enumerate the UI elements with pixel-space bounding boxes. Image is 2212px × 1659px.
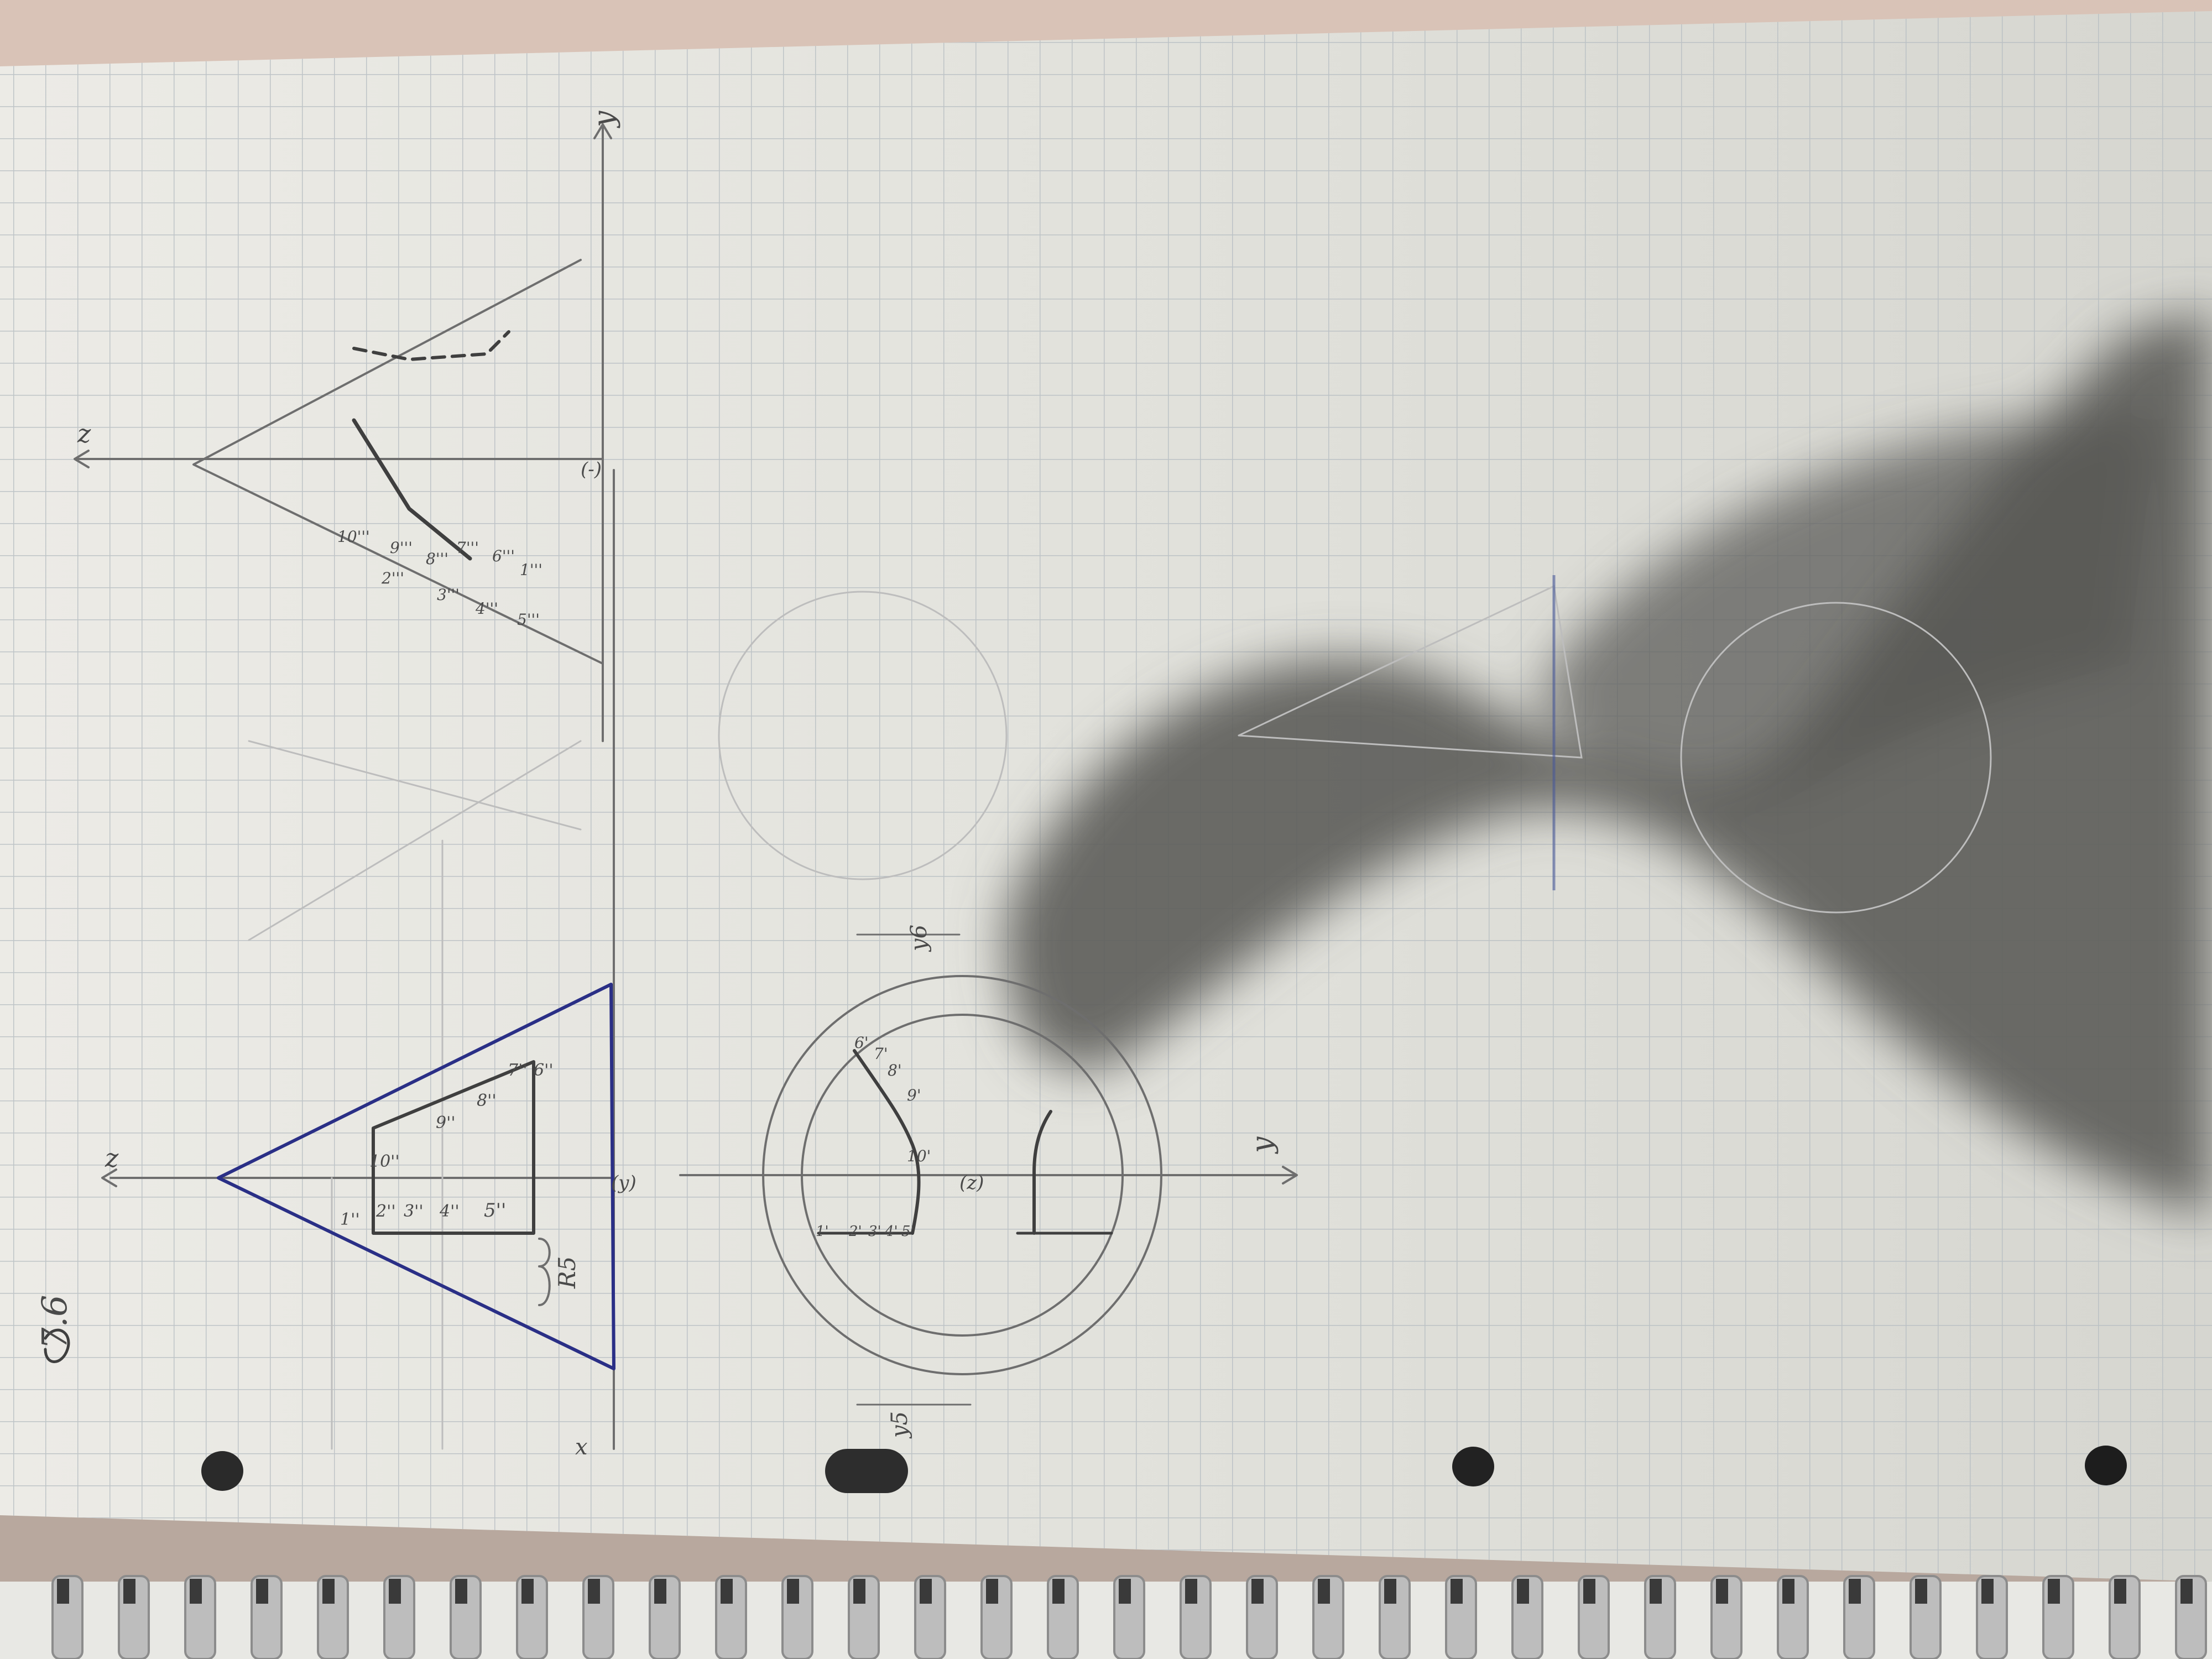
svg-text:6'': 6'': [534, 1061, 554, 1080]
svg-text:3': 3': [868, 1223, 881, 1240]
spiral-hole: [1185, 1579, 1197, 1604]
spiral-hole: [322, 1579, 335, 1604]
svg-text:8''': 8''': [426, 550, 448, 568]
svg-text:(-): (-): [581, 458, 602, 481]
spiral-hole: [1650, 1579, 1662, 1604]
spiral-hole: [1052, 1579, 1065, 1604]
svg-text:5'': 5'': [484, 1199, 506, 1222]
spiral-hole: [1451, 1579, 1463, 1604]
notebook-photo: 7.6 z x 1'' 2'' 3'' 4'' 5'' 6'' 7'' 8'' …: [0, 0, 2212, 1659]
svg-text:8': 8': [888, 1061, 902, 1079]
svg-text:2'': 2'': [375, 1202, 396, 1221]
svg-text:10': 10': [907, 1147, 931, 1165]
svg-text:R5: R5: [554, 1256, 581, 1289]
svg-text:8'': 8'': [477, 1091, 497, 1110]
svg-text:10''': 10''': [337, 528, 370, 546]
svg-text:9'': 9'': [436, 1113, 456, 1133]
svg-text:(z): (z): [959, 1172, 984, 1194]
svg-text:x: x: [575, 1434, 588, 1460]
svg-text:y6: y6: [906, 925, 932, 952]
spiral-hole: [1251, 1579, 1264, 1604]
svg-text:6': 6': [854, 1034, 869, 1052]
spiral-hole: [1849, 1579, 1861, 1604]
spiral-hole: [920, 1579, 932, 1604]
z-axis-label-front: z: [105, 1143, 119, 1173]
spiral-hole: [2114, 1579, 2126, 1604]
svg-text:7'': 7'': [508, 1061, 528, 1080]
svg-text:y5: y5: [887, 1411, 912, 1439]
svg-text:3''': 3''': [437, 586, 460, 604]
svg-text:z: z: [77, 419, 91, 448]
svg-text:7': 7': [874, 1045, 888, 1063]
svg-text:9': 9': [907, 1086, 921, 1104]
svg-text:y: y: [1246, 1136, 1279, 1154]
svg-text:6''': 6''': [492, 547, 515, 565]
spiral-binding: [0, 1575, 2212, 1659]
spiral-hole: [521, 1579, 534, 1604]
svg-text:5': 5': [901, 1223, 915, 1240]
svg-text:4'': 4'': [439, 1202, 460, 1221]
svg-text:1': 1': [816, 1223, 829, 1240]
spiral-hole: [455, 1579, 467, 1604]
spiral-hole: [123, 1579, 135, 1604]
svg-text:4''': 4''': [475, 599, 498, 618]
spiral-hole: [1318, 1579, 1330, 1604]
spiral-hole: [2180, 1579, 2193, 1604]
svg-text:y: y: [588, 111, 621, 128]
spiral-hole: [1583, 1579, 1595, 1604]
spiral-hole: [2048, 1579, 2060, 1604]
spiral-hole: [853, 1579, 865, 1604]
svg-text:10'': 10'': [369, 1152, 400, 1171]
svg-text:7''': 7''': [456, 539, 479, 557]
spiral-hole: [190, 1579, 202, 1604]
spiral-hole: [256, 1579, 268, 1604]
spiral-hole: [1384, 1579, 1396, 1604]
svg-text:4': 4': [884, 1223, 898, 1240]
spiral-hole: [1915, 1579, 1927, 1604]
svg-text:2''': 2''': [381, 569, 404, 587]
spiral-hole: [1782, 1579, 1794, 1604]
spiral-hole: [389, 1579, 401, 1604]
problem-number-text: 7.6: [34, 1295, 75, 1349]
spiral-hole: [588, 1579, 600, 1604]
svg-text:9''': 9''': [390, 539, 413, 557]
svg-text:3'': 3'': [404, 1202, 424, 1221]
svg-text:1'': 1'': [340, 1210, 360, 1229]
spiral-hole: [654, 1579, 666, 1604]
spiral-hole: [721, 1579, 733, 1604]
spiral-hole: [787, 1579, 799, 1604]
spiral-hole: [1517, 1579, 1529, 1604]
svg-text:2': 2': [848, 1223, 862, 1240]
spiral-hole: [1119, 1579, 1131, 1604]
svg-text:5''': 5''': [517, 611, 540, 629]
spiral-hole: [1981, 1579, 1994, 1604]
spiral-hole: [1716, 1579, 1728, 1604]
svg-text:1''': 1''': [520, 561, 542, 579]
spiral-hole: [57, 1579, 69, 1604]
spiral-hole: [986, 1579, 998, 1604]
svg-text:(y): (y): [611, 1172, 637, 1194]
